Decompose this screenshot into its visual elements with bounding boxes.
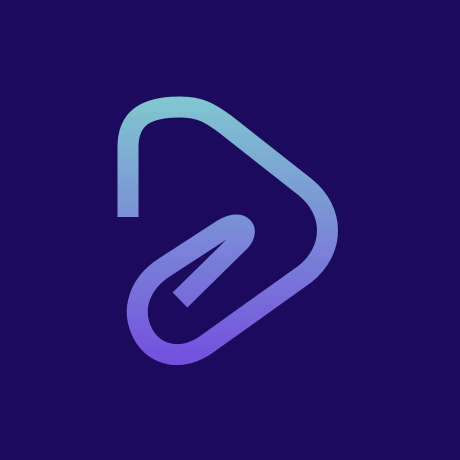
app-icon-tile [0,0,460,460]
paperclip-play-logo-icon [0,0,460,460]
